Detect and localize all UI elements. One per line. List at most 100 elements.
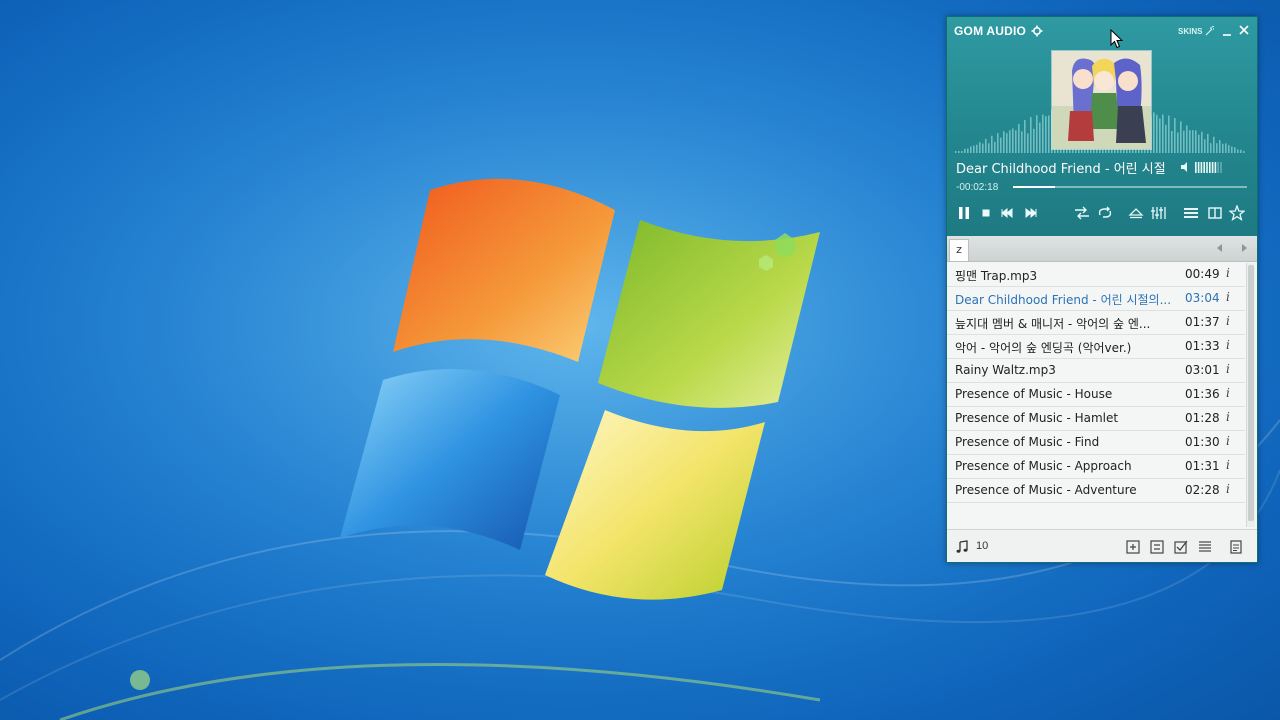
playlist-scrollbar[interactable]: [1246, 263, 1255, 527]
spectrum-bar: [1225, 143, 1227, 153]
spectrum-bar: [1189, 130, 1191, 153]
spectrum-bar: [1168, 115, 1170, 153]
spectrum-bar: [955, 151, 957, 153]
volume-bar: [1220, 162, 1222, 173]
track-info-icon[interactable]: i: [1226, 290, 1230, 304]
volume-bar: [1197, 162, 1200, 173]
volume-icon[interactable]: [1180, 161, 1192, 173]
skins-button[interactable]: SKINS: [1178, 27, 1202, 36]
spectrum-bar: [1033, 128, 1035, 153]
app-title[interactable]: GOM AUDIO: [954, 24, 1026, 38]
repeat-icon[interactable]: [1097, 205, 1113, 221]
skins-icon[interactable]: [1205, 26, 1215, 36]
spectrum-bar: [991, 135, 993, 153]
track-duration: 01:36: [1185, 387, 1220, 401]
playlist-item[interactable]: Presence of Music - House 01:36 i: [947, 383, 1245, 407]
spectrum-bar: [1204, 139, 1206, 153]
spectrum-bar: [985, 138, 987, 153]
tab-next-icon[interactable]: [1239, 243, 1249, 253]
playlist-item[interactable]: Presence of Music - Approach 01:31 i: [947, 455, 1245, 479]
spectrum-bar: [1210, 143, 1212, 153]
volume-bar: [1214, 162, 1217, 173]
track-info-icon[interactable]: i: [1226, 386, 1230, 400]
track-info-icon[interactable]: i: [1226, 338, 1230, 352]
remove-file-icon[interactable]: [1150, 540, 1164, 554]
mouse-cursor-icon: [1110, 29, 1124, 49]
spectrum-bar: [1045, 116, 1047, 153]
spectrum-bar: [1039, 122, 1041, 153]
effects-icon[interactable]: [1229, 205, 1245, 221]
track-name: 늪지대 멤버 & 매니저 - 악어의 숲 엔...: [955, 317, 1151, 331]
next-icon[interactable]: [1023, 205, 1039, 221]
tab-z[interactable]: z: [949, 239, 969, 261]
equalizer-icon[interactable]: [1150, 205, 1166, 221]
sort-icon[interactable]: [1198, 540, 1212, 554]
playlist-tabbar: z: [947, 236, 1257, 262]
gear-icon[interactable]: [1031, 25, 1043, 37]
spectrum-bar: [1240, 149, 1242, 153]
spectrum-bar: [1180, 121, 1182, 153]
playlist-item[interactable]: Presence of Music - Hamlet 01:28 i: [947, 407, 1245, 431]
mini-mode-icon[interactable]: [1207, 205, 1223, 221]
track-info-icon[interactable]: i: [1226, 314, 1230, 328]
track-info-icon[interactable]: i: [1226, 434, 1230, 448]
track-name: Presence of Music - House: [955, 387, 1113, 401]
playlist-item[interactable]: 악어 - 악어의 숲 엔딩곡 (악어ver.) 01:33 i: [947, 335, 1245, 359]
track-info-icon[interactable]: i: [1226, 362, 1230, 376]
track-name: Presence of Music - Approach: [955, 459, 1132, 473]
playlist-item[interactable]: Dear Childhood Friend - 어린 시절의... 03:04 i: [947, 287, 1245, 311]
pause-icon[interactable]: [956, 205, 972, 221]
spectrum-bar: [1174, 118, 1176, 153]
spectrum-bar: [1024, 120, 1026, 153]
spectrum-bar: [1177, 132, 1179, 153]
spectrum-bar: [970, 146, 972, 153]
track-name: Presence of Music - Adventure: [955, 483, 1137, 497]
playlist-menu-icon[interactable]: [1229, 540, 1243, 554]
track-info-icon[interactable]: i: [1226, 482, 1230, 496]
seek-bar[interactable]: [1013, 186, 1247, 188]
playlist-item[interactable]: 늪지대 멤버 & 매니저 - 악어의 숲 엔... 01:37 i: [947, 311, 1245, 335]
spectrum-bar: [1183, 130, 1185, 153]
playlist-toggle-icon[interactable]: [1183, 205, 1199, 221]
playlist-item[interactable]: Rainy Waltz.mp3 03:01 i: [947, 359, 1245, 383]
track-name: Rainy Waltz.mp3: [955, 363, 1056, 377]
spectrum-bar: [973, 145, 975, 153]
spectrum-bar: [1231, 146, 1233, 153]
playlist-item[interactable]: 핑맨 Trap.mp3 00:49 i: [947, 263, 1245, 287]
track-duration: 03:04: [1185, 291, 1220, 305]
spectrum-bar: [976, 144, 978, 153]
track-duration: 02:28: [1185, 483, 1220, 497]
playlist-item[interactable]: Presence of Music - Adventure 02:28 i: [947, 479, 1245, 503]
volume-bar: [1206, 162, 1208, 173]
volume-bar: [1203, 162, 1205, 173]
playlist-item[interactable]: Presence of Music - Find 01:30 i: [947, 431, 1245, 455]
spectrum-bar: [979, 142, 981, 153]
close-icon[interactable]: [1238, 24, 1250, 36]
track-info-icon[interactable]: i: [1226, 410, 1230, 424]
spectrum-bar: [1165, 124, 1167, 153]
tab-prev-icon[interactable]: [1215, 243, 1225, 253]
spectrum-bar: [1243, 151, 1245, 153]
minimize-icon[interactable]: [1221, 25, 1233, 37]
spectrum-bar: [994, 141, 996, 153]
playlist-panel: z 핑맨 Trap.mp3 00:49 i Dear Childhood Friend…: [947, 236, 1257, 562]
add-file-icon[interactable]: [1126, 540, 1140, 554]
select-icon[interactable]: [1174, 540, 1188, 554]
open-file-icon[interactable]: [1128, 205, 1144, 221]
track-info-icon[interactable]: i: [1226, 266, 1230, 280]
track-name: Dear Childhood Friend - 어린 시절의...: [955, 293, 1172, 307]
scrollbar-thumb[interactable]: [1248, 265, 1254, 521]
spectrum-bar: [1015, 130, 1017, 153]
track-info-icon[interactable]: i: [1226, 458, 1230, 472]
track-name: 핑맨 Trap.mp3: [955, 269, 1038, 283]
spectrum-bar: [1006, 133, 1008, 153]
volume-slider[interactable]: [1195, 162, 1223, 173]
stop-icon[interactable]: [978, 205, 994, 221]
spectrum-bar: [1153, 112, 1155, 153]
shuffle-icon[interactable]: [1074, 205, 1090, 221]
spectrum-bar: [1003, 131, 1005, 153]
previous-icon[interactable]: [999, 205, 1015, 221]
spectrum-bar: [1156, 114, 1158, 153]
spectrum-bar: [1216, 143, 1218, 153]
spectrum-bar: [1162, 114, 1164, 153]
